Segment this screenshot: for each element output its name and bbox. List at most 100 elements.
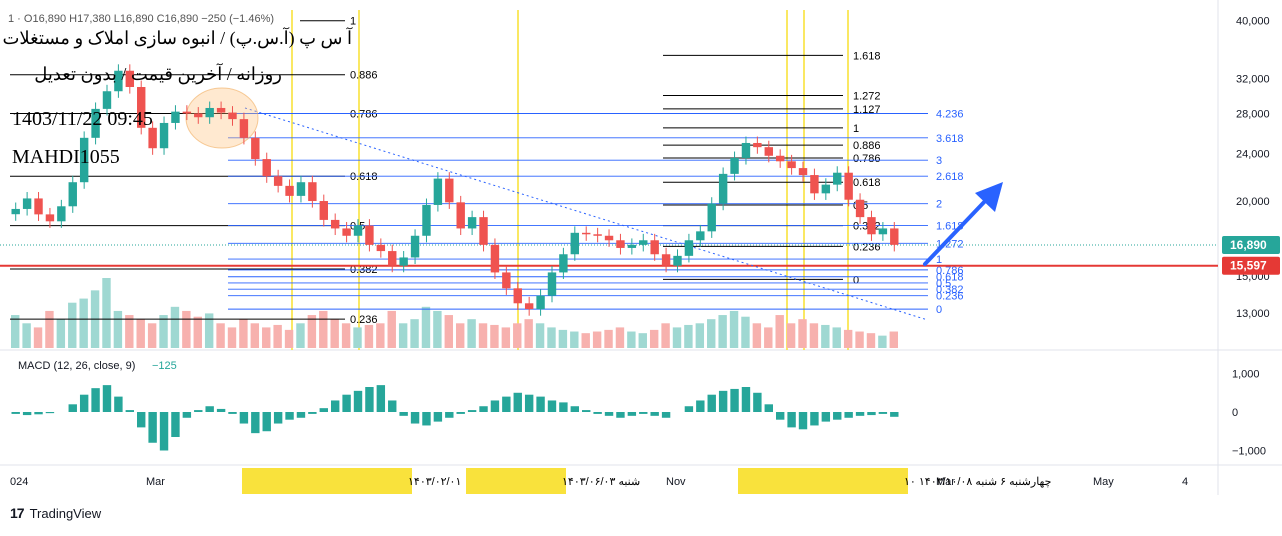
volume-bar (387, 310, 396, 348)
volume-bar (353, 327, 362, 348)
volume-bar (182, 310, 191, 348)
candle-body (684, 240, 694, 256)
volume-bar (102, 278, 111, 348)
price-tick-label: 40,000 (1236, 16, 1270, 28)
volume-bar (467, 319, 476, 348)
volume-bar (68, 302, 77, 348)
volume-bar (170, 306, 180, 348)
candle-body (22, 198, 32, 209)
tradingview-name: TradingView (29, 505, 102, 521)
date-label-bg (738, 468, 908, 494)
candle-body (285, 185, 294, 196)
tradingview-brand[interactable]: 17 TradingView (10, 505, 101, 521)
candle-body (68, 182, 77, 207)
yellow-date-label: چهارشنبه ۶ شنبه ۱۴۰۳/۱۰/۰۸ ۱۰ (904, 476, 1051, 488)
volume-bar (227, 327, 237, 348)
candle-body (159, 122, 169, 149)
volume-bar (319, 310, 328, 348)
fib-right-label: 0.618 (853, 177, 881, 189)
fib-right-label: 0.382 (853, 221, 881, 233)
volume-bar (627, 331, 636, 348)
candle-body (228, 112, 237, 120)
volume-bar (752, 323, 762, 348)
candle-body (365, 225, 374, 245)
volume-bar (558, 329, 568, 348)
fib-left-label: 0.786 (350, 108, 378, 120)
volume-bar (581, 333, 590, 348)
macd-tick-label: 1,000 (1232, 369, 1260, 381)
candle-body (650, 240, 659, 255)
volume-bar (398, 323, 408, 348)
fib-blue-label: 3.618 (936, 133, 964, 145)
volume-bar (741, 316, 750, 348)
volume-bar (809, 323, 819, 348)
volume-bar (45, 310, 54, 348)
candle-body (251, 137, 260, 160)
candle-body (582, 232, 591, 235)
candle-body (639, 240, 648, 245)
volume-bar (638, 333, 647, 348)
chart-datetime: 1403/11/22 09:45 (12, 108, 153, 130)
volume-bar (866, 333, 876, 348)
volume-bar (672, 327, 682, 348)
candle-body (171, 111, 180, 123)
candle-body (559, 254, 568, 273)
price-tick-label: 32,000 (1236, 74, 1270, 86)
volume-bar (661, 323, 670, 348)
volume-bar (79, 298, 88, 348)
candle-body (410, 235, 420, 258)
candle-body (878, 228, 888, 235)
volume-bar (113, 310, 123, 348)
macd-tick-label: −1,000 (1232, 445, 1266, 457)
fib-blue-label: 0 (936, 304, 942, 316)
fib-left-label: 0.618 (350, 171, 378, 183)
volume-bar (570, 331, 579, 348)
candle-body (844, 172, 853, 200)
yellow-date-label: شنبه ۱۴۰۳/۰۶/۰۳ (562, 476, 640, 488)
candle-body (102, 91, 112, 109)
volume-bar (490, 324, 499, 348)
volume-bar (501, 327, 511, 348)
candle-body (262, 159, 271, 177)
candle-body (718, 173, 728, 204)
candle-body (593, 234, 602, 236)
candle-body (627, 244, 637, 248)
volume-bar (889, 331, 898, 348)
candle-body (239, 119, 249, 138)
fib-right-label: 0.786 (853, 153, 881, 165)
candle-body (536, 295, 545, 310)
volume-bar (456, 323, 465, 348)
candle-body (821, 184, 831, 194)
volume-bar (147, 323, 157, 348)
price-tick-label: 13,000 (1236, 308, 1270, 320)
candle-body (867, 217, 876, 235)
time-tick-label: 4 (1182, 476, 1188, 488)
volume-bar (615, 327, 625, 348)
last-price-tag: 16,890 (1230, 238, 1267, 252)
volume-bar (775, 315, 784, 348)
volume-bar (513, 323, 522, 348)
volume-bar (798, 319, 807, 348)
volume-bar (855, 331, 864, 348)
volume-bar (421, 306, 431, 348)
volume-bar (376, 323, 385, 348)
candle-body (696, 231, 705, 241)
candle-body (273, 176, 283, 186)
fib-blue-label: 0.236 (936, 291, 964, 303)
candle-body (376, 244, 386, 252)
candle-body (388, 251, 397, 266)
chart-author: MAHDI1055 (12, 146, 120, 168)
volume-bar (832, 327, 841, 348)
candle-body (296, 182, 306, 196)
candle-body (182, 111, 192, 114)
candle-body (479, 217, 488, 245)
volume-bar (330, 319, 339, 348)
candle-body (422, 204, 431, 236)
candle-body (34, 198, 43, 215)
volume-bar (22, 323, 31, 348)
candle-body (194, 113, 203, 118)
chart-title: آ س پ (آ.س.پ) / انبوه سازی املاک و مستغل… (2, 28, 352, 48)
fib-right-label: 1.272 (853, 91, 881, 103)
volume-bar (136, 319, 145, 348)
fib-right-label: 1 (853, 123, 859, 135)
